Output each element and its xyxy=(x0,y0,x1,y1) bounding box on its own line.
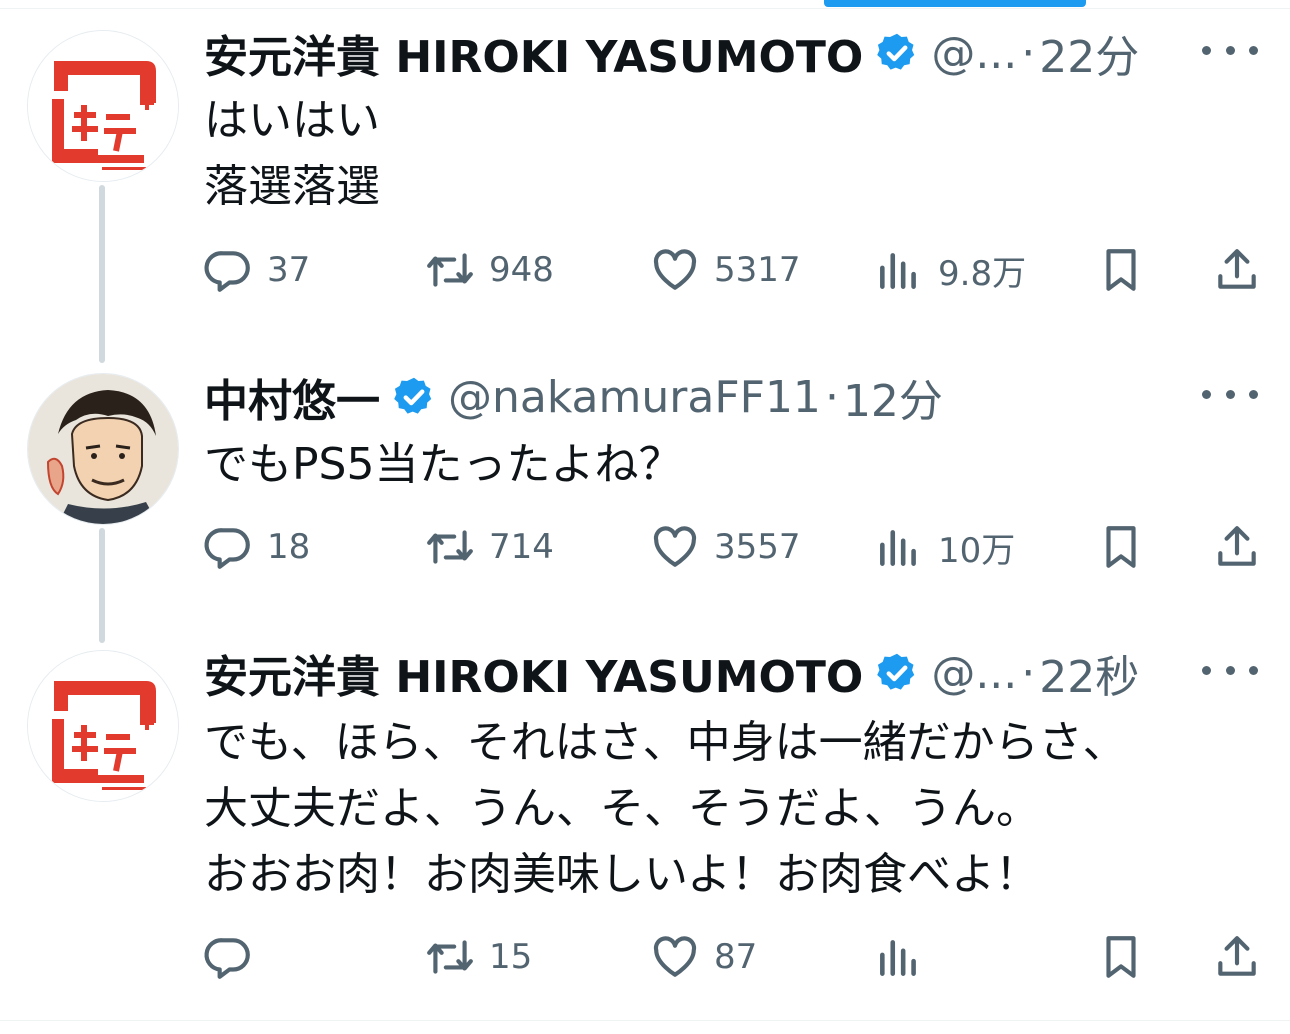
user-handle[interactable]: @... xyxy=(931,28,1017,79)
more-icon[interactable] xyxy=(1202,658,1258,682)
retweet-button[interactable]: 714 xyxy=(425,517,554,577)
timestamp[interactable]: 12分 xyxy=(843,365,943,429)
tweet-actions: 37 948 5317 9.8万 xyxy=(0,240,1290,300)
display-name[interactable]: 安元洋貴 HIROKI YASUMOTO xyxy=(204,21,863,85)
retweet-count: 15 xyxy=(489,937,533,977)
bookmark-button[interactable] xyxy=(1096,927,1146,987)
retweet-icon xyxy=(427,253,473,287)
display-name[interactable]: 中村悠一 xyxy=(204,365,380,429)
views-icon xyxy=(880,253,916,289)
tweet-text: でもPS5当たったよね？ xyxy=(204,432,1240,498)
like-button[interactable]: 5317 xyxy=(650,240,801,300)
like-icon xyxy=(653,936,697,977)
tweet-text-line: 大丈夫だよ、うん、そ、そうだよ、うん。 xyxy=(204,783,1040,834)
like-icon xyxy=(653,526,697,567)
reply-count: 37 xyxy=(267,250,311,290)
retweet-icon xyxy=(427,530,473,564)
reply-button[interactable] xyxy=(203,927,267,987)
reply-icon xyxy=(204,938,250,979)
like-count: 5317 xyxy=(714,250,801,290)
like-button[interactable]: 3557 xyxy=(650,517,801,577)
tweet-header: 安元洋貴 HIROKI YASUMOTO @... · 22秒 xyxy=(204,638,1250,708)
bookmark-icon xyxy=(1106,936,1136,978)
like-count: 87 xyxy=(714,937,758,977)
reply-count: 18 xyxy=(267,527,311,567)
display-name[interactable]: 安元洋貴 HIROKI YASUMOTO xyxy=(204,641,863,705)
share-button[interactable] xyxy=(1212,517,1262,577)
share-icon xyxy=(1218,936,1256,976)
more-icon[interactable] xyxy=(1202,382,1258,406)
share-icon xyxy=(1218,526,1256,566)
separator-dot: · xyxy=(1021,27,1036,79)
tweet-header: 安元洋貴 HIROKI YASUMOTO @... · 22分 xyxy=(204,18,1250,88)
bottom-divider xyxy=(0,1020,1290,1021)
avatar-yasumoto[interactable] xyxy=(27,650,179,802)
views-button[interactable]: 10万 xyxy=(874,517,1015,577)
share-button[interactable] xyxy=(1212,240,1262,300)
tweet-text-line: 落選落選 xyxy=(204,161,380,212)
top-divider xyxy=(0,8,1290,9)
like-button[interactable]: 87 xyxy=(650,927,757,987)
reply-button[interactable]: 37 xyxy=(203,240,310,300)
share-button[interactable] xyxy=(1212,927,1262,987)
tweet-text-line: でも、ほら、それはさ、中身は一緒だからさ、 xyxy=(204,717,1127,768)
retweet-count: 714 xyxy=(489,527,554,567)
user-handle[interactable]: @nakamuraFF11 xyxy=(448,372,821,423)
views-button[interactable] xyxy=(874,927,938,987)
reply-button[interactable]: 18 xyxy=(203,517,310,577)
bookmark-button[interactable] xyxy=(1096,240,1146,300)
tweet-text: はいはい 落選落選 xyxy=(204,88,1240,220)
views-button[interactable]: 9.8万 xyxy=(874,240,1026,300)
reply-icon xyxy=(204,528,250,569)
bookmark-icon xyxy=(1106,249,1136,291)
view-count: 10万 xyxy=(938,530,1016,571)
views-icon xyxy=(880,530,916,566)
like-count: 3557 xyxy=(714,527,801,567)
tweet-actions: 15 87 xyxy=(0,927,1290,987)
view-count: 9.8万 xyxy=(938,253,1027,294)
reply-icon xyxy=(204,251,250,292)
bookmark-icon xyxy=(1106,526,1136,568)
retweet-button[interactable]: 15 xyxy=(425,927,532,987)
share-icon xyxy=(1218,249,1256,289)
bookmark-button[interactable] xyxy=(1096,517,1146,577)
verified-badge-icon xyxy=(877,33,915,70)
tweet-actions: 18 714 3557 10万 xyxy=(0,517,1290,577)
tweet-header: 中村悠一 @nakamuraFF11 · 12分 xyxy=(204,362,1250,432)
tweet-text-line: はいはい xyxy=(204,95,380,146)
user-handle[interactable]: @... xyxy=(931,648,1017,699)
more-icon[interactable] xyxy=(1202,38,1258,62)
tweet-text: でも、ほら、それはさ、中身は一緒だからさ、 大丈夫だよ、うん、そ、そうだよ、うん… xyxy=(204,710,1240,908)
timestamp[interactable]: 22分 xyxy=(1039,21,1139,85)
active-tab-indicator xyxy=(824,0,1086,7)
retweet-count: 948 xyxy=(489,250,554,290)
retweet-button[interactable]: 948 xyxy=(425,240,554,300)
avatar-yasumoto[interactable] xyxy=(27,30,179,182)
views-icon xyxy=(880,940,916,976)
verified-badge-icon xyxy=(877,653,915,690)
separator-dot: · xyxy=(1021,647,1036,699)
timestamp[interactable]: 22秒 xyxy=(1039,641,1139,705)
separator-dot: · xyxy=(824,371,839,423)
tweet-text-line: おおお肉！お肉美味しいよ！お肉食べよ！ xyxy=(204,849,1040,900)
retweet-icon xyxy=(427,940,473,974)
verified-badge-icon xyxy=(394,377,432,414)
like-icon xyxy=(653,249,697,290)
tweet-text-line: でもPS5当たったよね？ xyxy=(204,439,683,490)
avatar-nakamura[interactable] xyxy=(27,373,179,525)
